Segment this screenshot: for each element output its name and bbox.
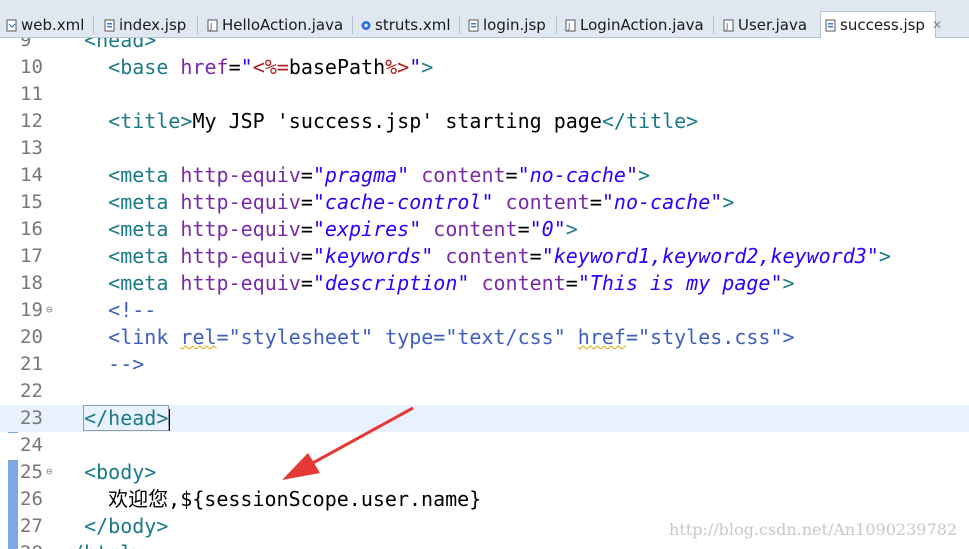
tab-user-java[interactable]: J User.java <box>723 12 807 38</box>
tab-struts-xml[interactable]: struts.xml <box>360 12 451 38</box>
code-text: <body> <box>84 460 157 484</box>
line-number: 23 <box>20 407 43 429</box>
tab-label: web.xml <box>21 16 85 34</box>
code-text: </head> <box>83 405 171 431</box>
xml-file-icon <box>6 19 17 31</box>
code-text: <meta http-equiv="cache-control" content… <box>108 190 735 214</box>
code-text: 欢迎您,${sessionScope.user.name} <box>108 487 482 511</box>
tab-web-xml[interactable]: web.xml <box>6 12 84 38</box>
tab-index-jsp[interactable]: index.jsp <box>104 12 186 38</box>
code-line: 28 </html> <box>0 540 969 549</box>
line-number: 12 <box>20 110 43 132</box>
jsp-file-icon <box>104 19 115 31</box>
tab-separator <box>556 16 557 34</box>
tab-label: LoginAction.java <box>580 16 704 34</box>
code-text: <!-- <box>108 298 157 322</box>
current-line: 23 </head> <box>0 405 969 432</box>
code-text: <meta http-equiv="description" content="… <box>108 271 795 295</box>
tab-separator <box>197 16 198 34</box>
tab-label: User.java <box>738 16 808 34</box>
code-line: 12 <title>My JSP 'success.jsp' starting … <box>0 108 969 135</box>
fold-toggle-icon[interactable]: ⊖ <box>46 465 53 478</box>
tab-label: HelloAction.java <box>222 16 344 34</box>
tab-label: login.jsp <box>483 16 546 34</box>
code-text: </body> <box>84 514 169 538</box>
tab-separator <box>93 16 94 34</box>
code-line: 18 <meta http-equiv="description" conten… <box>0 270 969 297</box>
line-number: 25 <box>20 461 43 483</box>
java-file-icon: J <box>565 19 576 31</box>
line-number: 9 <box>20 38 32 51</box>
jsp-file-icon <box>825 19 836 31</box>
code-text: --> <box>108 352 145 376</box>
code-text: <head> <box>84 38 157 52</box>
close-icon[interactable]: ✕ <box>932 18 942 32</box>
code-text: <meta http-equiv="keywords" content="key… <box>108 244 891 268</box>
editor-tab-bar: web.xml index.jsp J HelloAction.java str… <box>0 0 969 38</box>
line-number: 11 <box>20 83 43 105</box>
code-text: <meta http-equiv="expires" content="0"> <box>108 217 578 241</box>
tab-login-jsp[interactable]: login.jsp <box>468 12 546 38</box>
code-text: <link rel="stylesheet" type="text/css" h… <box>108 325 795 349</box>
code-line: 22 <box>0 378 969 405</box>
tab-separator <box>352 16 353 34</box>
code-line: 13 <box>0 135 969 162</box>
code-line: 14 <meta http-equiv="pragma" content="no… <box>0 162 969 189</box>
tab-label: index.jsp <box>119 16 187 34</box>
line-number: 26 <box>20 488 43 510</box>
code-line: 20 <link rel="stylesheet" type="text/css… <box>0 324 969 351</box>
line-number: 17 <box>20 245 43 267</box>
line-number: 15 <box>20 191 43 213</box>
java-file-icon: J <box>723 19 734 31</box>
line-number: 18 <box>20 272 43 294</box>
line-number: 13 <box>20 137 43 159</box>
code-line: 9 <head> <box>0 38 969 54</box>
svg-text:J: J <box>567 22 570 31</box>
tab-label: success.jsp <box>840 16 925 34</box>
tab-success-jsp[interactable]: success.jsp ✕ <box>820 11 942 38</box>
line-number: 19 <box>20 299 43 321</box>
code-line: 15 <meta http-equiv="cache-control" cont… <box>0 189 969 216</box>
tab-helloaction-java[interactable]: J HelloAction.java <box>207 12 343 38</box>
line-number: 27 <box>20 515 43 537</box>
tab-label: struts.xml <box>375 16 451 34</box>
tab-separator <box>713 16 714 34</box>
svg-text:J: J <box>209 22 212 31</box>
line-number: 14 <box>20 164 43 186</box>
struts-config-icon <box>361 20 371 30</box>
code-line: 19 ⊖ <!-- <box>0 297 969 324</box>
line-number: 16 <box>20 218 43 240</box>
code-line: 10 <base href="<%=basePath%>"> <box>0 54 969 81</box>
code-text: <base href="<%=basePath%>"> <box>108 55 434 79</box>
code-text: <meta http-equiv="pragma" content="no-ca… <box>108 163 651 187</box>
text-caret <box>168 408 171 431</box>
code-editor[interactable]: 9 <head> 10 <base href="<%=basePath%>"> … <box>0 38 969 549</box>
watermark: http://blog.csdn.net/An1090239782 <box>669 520 957 539</box>
line-number: 20 <box>20 326 43 348</box>
code-line: 21 --> <box>0 351 969 378</box>
tab-loginaction-java[interactable]: J LoginAction.java <box>565 12 704 38</box>
line-number: 10 <box>20 56 43 78</box>
line-number: 28 <box>20 540 48 549</box>
fold-toggle-icon[interactable]: ⊖ <box>46 303 53 316</box>
code-line: 16 <meta http-equiv="expires" content="0… <box>0 216 969 243</box>
code-line: 25 ⊖ <body> <box>0 459 969 486</box>
line-number: 21 <box>20 353 43 375</box>
java-file-icon: J <box>207 19 218 31</box>
code-line: 26 欢迎您,${sessionScope.user.name} <box>0 486 969 513</box>
tab-separator <box>459 16 460 34</box>
code-text: </html> <box>60 540 144 549</box>
code-line: 11 <box>0 81 969 108</box>
annotation-arrow-icon <box>282 406 414 480</box>
line-number: 24 <box>20 434 43 456</box>
line-number: 22 <box>20 380 43 402</box>
svg-text:J: J <box>725 22 728 31</box>
code-text: <title>My JSP 'success.jsp' starting pag… <box>108 109 699 133</box>
jsp-file-icon <box>468 19 479 31</box>
code-line: 17 <meta http-equiv="keywords" content="… <box>0 243 969 270</box>
code-line: 24 <box>0 432 969 459</box>
